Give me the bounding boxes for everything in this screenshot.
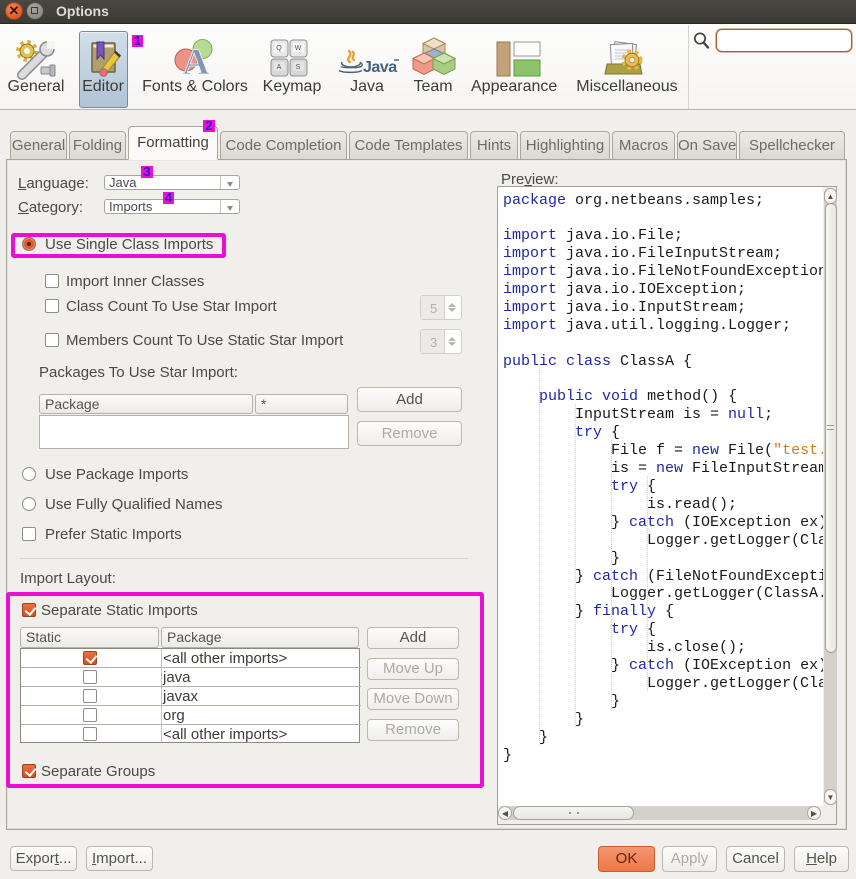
svg-text:Java: Java (363, 59, 397, 76)
svg-text:A: A (277, 64, 282, 71)
svg-text:W: W (295, 45, 302, 52)
svg-text:Q: Q (276, 45, 282, 52)
svg-text:S: S (296, 64, 301, 71)
svg-text:A: A (183, 42, 210, 83)
